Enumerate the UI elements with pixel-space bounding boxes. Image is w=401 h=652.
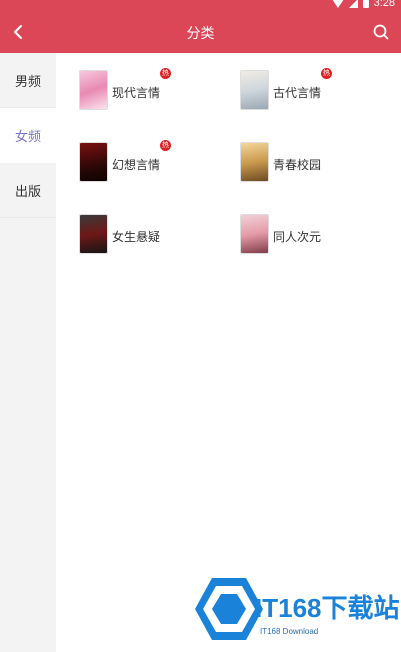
category-female-suspense[interactable]: 女生悬疑 <box>80 215 220 259</box>
category-youth-campus[interactable]: 青春校园 <box>241 143 381 187</box>
signal-icon <box>348 0 358 8</box>
category-ancient-romance[interactable]: 古代言情 热 <box>241 68 381 115</box>
watermark-subtitle: IT168 Download <box>260 627 319 636</box>
book-cover <box>241 143 268 181</box>
category-label: 女生悬疑 <box>112 230 161 244</box>
page-title: 分类 <box>186 26 215 42</box>
hot-badge: 热 <box>160 140 171 151</box>
battery-icon <box>362 0 369 8</box>
book-cover <box>241 215 268 253</box>
hot-badge: 热 <box>321 68 332 79</box>
status-icons: 3:28 <box>331 0 395 9</box>
tab-female[interactable]: 女频 <box>0 108 56 163</box>
category-sidebar: 男频 女频 出版 <box>0 53 56 652</box>
category-label: 同人次元 <box>273 230 322 244</box>
book-cover <box>80 143 107 181</box>
it168-logo-icon <box>195 578 263 640</box>
watermark: IT168下载站 IT168 Download <box>194 574 400 646</box>
book-cover <box>80 215 107 253</box>
book-cover <box>241 71 268 109</box>
category-fan-fiction[interactable]: 同人次元 <box>241 215 381 259</box>
search-button[interactable] <box>369 20 393 44</box>
category-label: 青春校园 <box>273 158 322 172</box>
category-modern-romance[interactable]: 现代言情 热 <box>80 68 220 115</box>
category-fantasy-romance[interactable]: 幻想言情 热 <box>80 140 220 187</box>
category-grid: 现代言情 热 古代言情 热 幻想言情 热 青春校园 女生悬疑 同人次元 <box>56 53 401 652</box>
book-cover <box>80 71 107 109</box>
hot-badge: 热 <box>160 68 171 79</box>
category-label: 古代言情 <box>273 86 322 100</box>
app-bar: 分类 <box>0 12 401 53</box>
tab-male[interactable]: 男频 <box>0 53 56 108</box>
wifi-icon <box>331 0 344 8</box>
status-bar: 3:28 <box>0 0 401 12</box>
status-time: 3:28 <box>373 0 395 9</box>
category-label: 现代言情 <box>112 86 161 100</box>
watermark-title: IT168下载站 <box>255 593 400 623</box>
search-icon <box>373 24 389 40</box>
tab-publish[interactable]: 出版 <box>0 163 56 218</box>
category-label: 幻想言情 <box>112 158 161 172</box>
